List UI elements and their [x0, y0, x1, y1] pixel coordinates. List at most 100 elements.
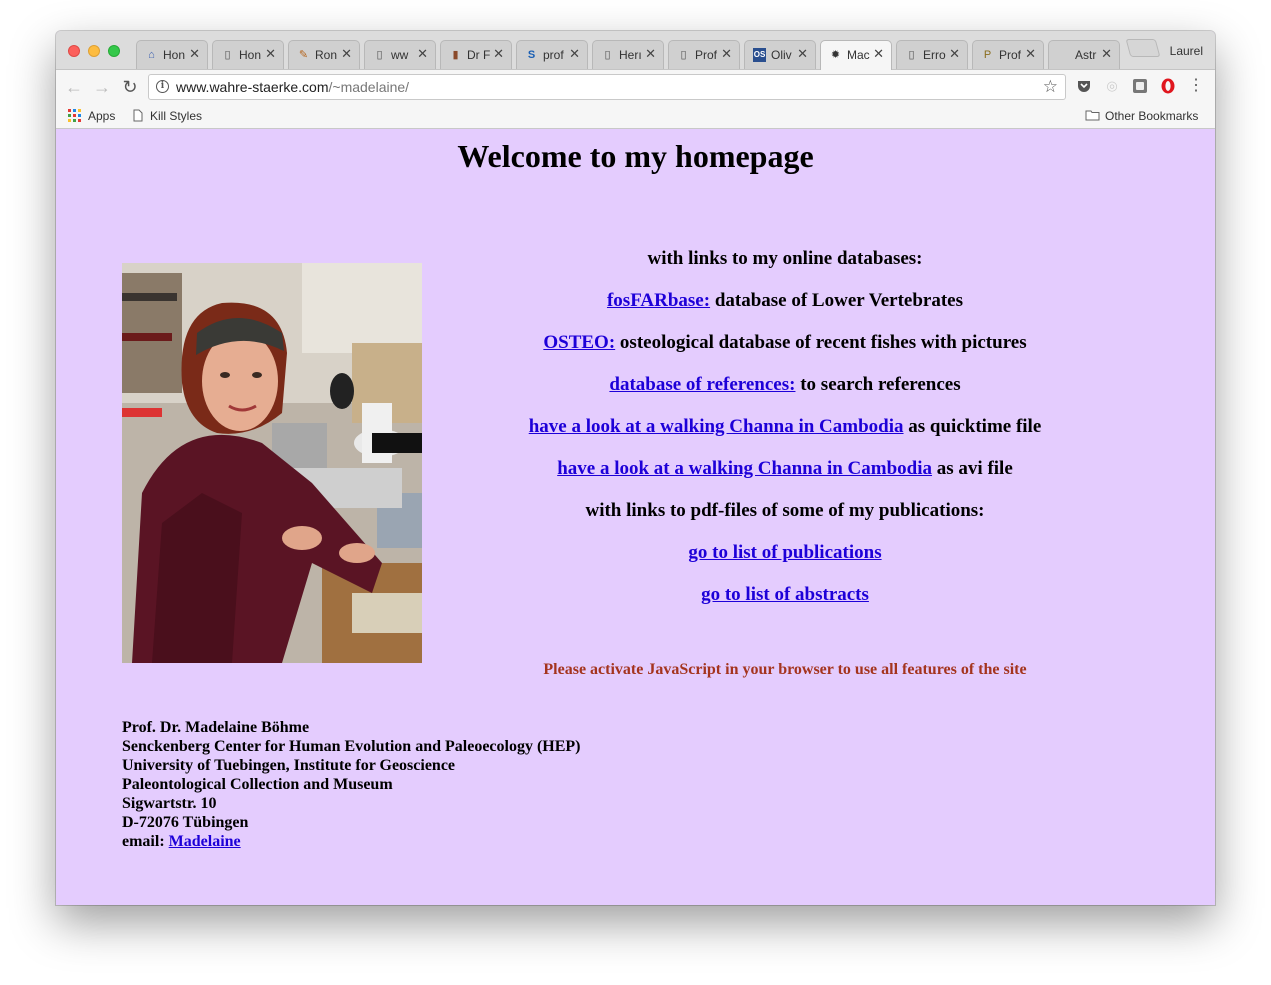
info-icon[interactable]: i: [156, 80, 169, 93]
tab-close-icon[interactable]: ✕: [341, 47, 352, 61]
spiral-extension-icon[interactable]: ◎: [1104, 78, 1120, 94]
tab-title: Herı: [619, 48, 642, 62]
browser-tab[interactable]: ⌂ Hon ✕: [136, 40, 208, 69]
browser-tab[interactable]: ▮ Dr F ✕: [440, 40, 512, 69]
document-icon: ▯: [376, 49, 383, 61]
page-title: Welcome to my homepage: [457, 138, 814, 174]
blank-icon: [1057, 48, 1070, 62]
forward-button[interactable]: →: [92, 77, 112, 97]
javascript-notice: Please activate JavaScript in your brows…: [543, 661, 1027, 678]
browser-tab[interactable]: ▯ Hon ✕: [212, 40, 284, 69]
channa-avi-line: have a look at a walking Channa in Cambo…: [470, 457, 1100, 481]
browser-tab[interactable]: ▯ Herı ✕: [592, 40, 664, 69]
tab-close-icon[interactable]: ✕: [721, 47, 732, 61]
address-bar[interactable]: i www.wahre-staerke.com/~madelaine/ ☆: [148, 74, 1066, 100]
publications-intro: with links to pdf-files of some of my pu…: [585, 500, 985, 521]
profile-name[interactable]: Laurel: [1170, 44, 1203, 58]
tab-title: Hon: [163, 48, 186, 62]
tab-title: Prof: [999, 48, 1022, 62]
address-email-line: email: Madelaine: [122, 832, 581, 851]
osteo-link[interactable]: OSTEO:: [543, 332, 615, 353]
address-name: Prof. Dr. Madelaine Böhme: [122, 719, 310, 736]
publications-line: go to list of publications: [470, 541, 1100, 565]
purdue-icon: P: [983, 49, 992, 61]
address-collection: Paleontological Collection and Museum: [122, 776, 393, 793]
portrait-photo: [122, 263, 422, 663]
references-link[interactable]: database of references:: [609, 374, 795, 395]
browser-tab[interactable]: Astr ✕: [1048, 40, 1120, 69]
document-icon: ▯: [908, 49, 915, 61]
window-minimize-button[interactable]: [88, 45, 100, 57]
channa-quicktime-link[interactable]: have a look at a walking Channa in Cambo…: [529, 416, 904, 437]
reload-button[interactable]: ↻: [120, 77, 140, 97]
tab-title: Hon: [239, 48, 262, 62]
bookmark-apps[interactable]: Apps: [88, 108, 115, 124]
tab-close-icon[interactable]: ✕: [797, 47, 808, 61]
window-maximize-button[interactable]: [108, 45, 120, 57]
bookmark-star-icon[interactable]: ☆: [1043, 77, 1058, 97]
tab-close-icon[interactable]: ✕: [417, 47, 428, 61]
tab-close-icon[interactable]: ✕: [493, 47, 504, 61]
email-link[interactable]: Madelaine: [169, 833, 241, 850]
window-close-button[interactable]: [68, 45, 80, 57]
tab-title: Dr F: [467, 48, 491, 62]
references-description: to search references: [795, 374, 961, 395]
tab-close-icon[interactable]: ✕: [569, 47, 580, 61]
museum-icon: ⌂: [148, 49, 155, 61]
os-logo-icon: OS: [753, 48, 766, 62]
tab-close-icon[interactable]: ✕: [1025, 47, 1036, 61]
browser-tab[interactable]: OS Oliv ✕: [744, 40, 816, 69]
browser-tab[interactable]: ✎ Ron ✕: [288, 40, 360, 69]
folder-icon: [1085, 109, 1100, 125]
email-label: email:: [122, 833, 169, 850]
s-logo-icon: S: [527, 49, 536, 61]
tab-close-icon[interactable]: ✕: [949, 47, 960, 61]
bookmarks-bar: Apps Kill Styles Other Bookmarks: [56, 104, 1215, 129]
menu-kebab-icon[interactable]: ⋮: [1188, 78, 1204, 94]
abstracts-link[interactable]: go to list of abstracts: [701, 584, 869, 605]
references-line: database of references: to search refere…: [470, 373, 1100, 397]
address-street: Sigwartstr. 10: [122, 795, 217, 812]
publications-link[interactable]: go to list of publications: [688, 542, 881, 563]
browser-tab[interactable]: Sprof ✕: [516, 40, 588, 69]
address-center: Senckenberg Center for Human Evolution a…: [122, 738, 581, 755]
tab-close-icon[interactable]: ✕: [645, 47, 656, 61]
back-button[interactable]: ←: [64, 77, 84, 97]
tab-title: Erro: [923, 48, 946, 62]
channa-quicktime-description: as quicktime file: [903, 416, 1042, 437]
pocket-icon[interactable]: [1076, 78, 1092, 94]
tab-close-icon[interactable]: ✕: [265, 47, 276, 61]
gear-icon: ✹: [830, 49, 841, 61]
fosfarbase-line: fosFARbase: database of Lower Vertebrate…: [470, 289, 1100, 313]
address-city: D-72076 Tübingen: [122, 814, 249, 831]
tab-close-icon[interactable]: ✕: [189, 47, 200, 61]
tab-title: Prof: [695, 48, 718, 62]
opera-icon[interactable]: [1160, 78, 1176, 94]
apps-grid-icon[interactable]: [68, 109, 81, 122]
browser-tab[interactable]: ▯ Erro ✕: [896, 40, 968, 69]
tab-title: Mac: [847, 48, 870, 62]
page-icon: [133, 109, 143, 126]
browser-tab[interactable]: ▯ ww ✕: [364, 40, 436, 69]
document-icon: ▯: [224, 49, 231, 61]
url-domain: www.wahre-staerke.com: [176, 79, 329, 95]
url-text[interactable]: www.wahre-staerke.com/~madelaine/: [176, 79, 409, 95]
bookmark-other-bookmarks[interactable]: Other Bookmarks: [1105, 108, 1198, 124]
browser-tab[interactable]: ▯ Prof ✕: [668, 40, 740, 69]
drawing-icon: ✎: [298, 49, 309, 61]
channa-avi-description: as avi file: [932, 458, 1013, 479]
toolbar: ← → ↻ i www.wahre-staerke.com/~madelaine…: [56, 70, 1215, 104]
tab-close-icon[interactable]: ✕: [873, 47, 884, 61]
bookmark-kill-styles[interactable]: Kill Styles: [150, 108, 202, 124]
browser-window: ⌂ Hon ✕ ▯ Hon ✕ ✎ Ron ✕ ▯ ww ✕ ▮ Dr F ✕ Sprof ✕ ▯ Herı ✕ ▯ Pr…: [56, 31, 1215, 905]
channa-avi-link[interactable]: have a look at a walking Channa in Cambo…: [557, 458, 932, 479]
extension-icon[interactable]: [1132, 78, 1148, 94]
page-content: Welcome to my homepage with links to my …: [56, 129, 1215, 905]
channa-quicktime-line: have a look at a walking Channa in Cambo…: [470, 415, 1100, 439]
new-tab-button[interactable]: [1125, 39, 1161, 57]
tab-close-icon[interactable]: ✕: [1101, 47, 1112, 61]
browser-tab[interactable]: ✹ Mac ✕: [820, 40, 892, 70]
tab-strip: ⌂ Hon ✕ ▯ Hon ✕ ✎ Ron ✕ ▯ ww ✕ ▮ Dr F ✕ Sprof ✕ ▯ Herı ✕ ▯ Pr…: [56, 31, 1215, 70]
browser-tab[interactable]: P Prof ✕: [972, 40, 1044, 69]
fosfarbase-link[interactable]: fosFARbase:: [607, 290, 710, 311]
